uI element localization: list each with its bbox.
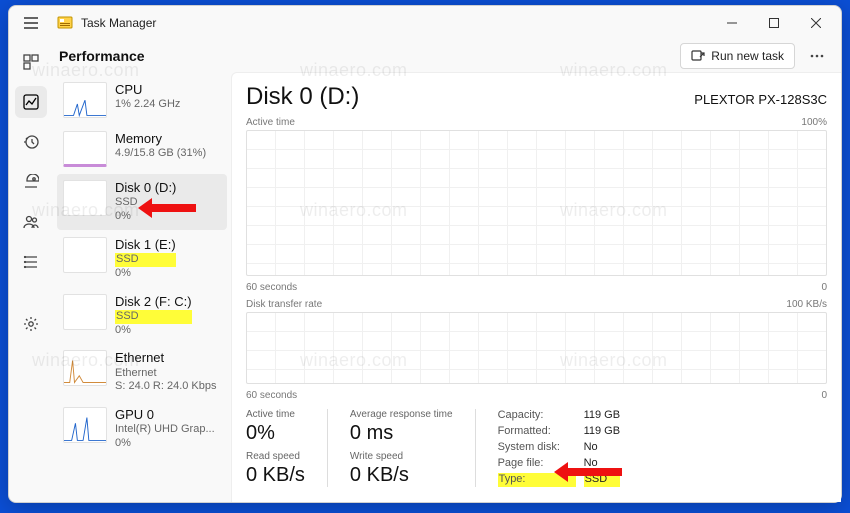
stat-value: 0% [246, 422, 305, 445]
perf-item-gpu0[interactable]: GPU 0Intel(R) UHD Grap...0% [57, 401, 227, 457]
app-icon [57, 15, 73, 31]
stat-value: 0 KB/s [246, 464, 305, 487]
graph-max: 100% [801, 117, 827, 128]
titlebar: Task Manager [9, 6, 841, 40]
thumbnail [63, 180, 107, 216]
kv-key: Formatted: [498, 425, 576, 439]
kv-key-type: Type: [498, 473, 576, 487]
nav-settings[interactable] [15, 308, 47, 340]
perf-item-sub: Ethernet [115, 367, 217, 381]
detail-pane: Disk 0 (D:) PLEXTOR PX-128S3C Active tim… [231, 72, 841, 502]
perf-item-name: Ethernet [115, 350, 217, 366]
app-title: Task Manager [81, 16, 156, 30]
perf-item-name: Disk 2 (F: C:) [115, 294, 192, 310]
perf-item-disk2[interactable]: Disk 2 (F: C:)SSD0% [57, 288, 227, 344]
perf-item-type: SSD [115, 253, 176, 267]
perf-item-name: Memory [115, 131, 206, 147]
kv-val: 119 GB [584, 409, 621, 423]
kv-val: No [584, 457, 621, 471]
page-header: Performance Run new task [53, 40, 841, 72]
kv-key: Capacity: [498, 409, 576, 423]
stat-value: 0 KB/s [350, 464, 453, 487]
perf-item-name: CPU [115, 82, 180, 98]
perf-item-name: GPU 0 [115, 407, 215, 423]
perf-item-sub2: S: 24.0 R: 24.0 Kbps [115, 380, 217, 394]
kv-key: Page file: [498, 457, 576, 471]
perf-item-type: SSD [115, 310, 192, 324]
disk-properties: Capacity: 119 GB Formatted: 119 GB System … [498, 409, 621, 487]
hamburger-button[interactable] [17, 9, 45, 37]
kv-val: 119 GB [584, 425, 621, 439]
kv-val: No [584, 441, 621, 455]
perf-item-sub: 1% 2.24 GHz [115, 98, 180, 112]
close-button[interactable] [795, 10, 837, 36]
perf-item-ethernet[interactable]: EthernetEthernetS: 24.0 R: 24.0 Kbps [57, 344, 227, 400]
stat-label: Active time [246, 409, 305, 420]
perf-item-memory[interactable]: Memory4.9/15.8 GB (31%) [57, 125, 227, 173]
kv-val-type: SSD [584, 473, 621, 487]
page-title: Performance [59, 48, 145, 64]
window: Task Manager Performance Run new task [8, 5, 842, 503]
perf-item-name: Disk 1 (E:) [115, 237, 176, 253]
disk-title: Disk 0 (D:) [246, 83, 359, 111]
stat-value: 0 ms [350, 422, 453, 445]
active-time-graph [246, 130, 827, 276]
thumbnail [63, 294, 107, 330]
perf-item-sub: 4.9/15.8 GB (31%) [115, 147, 206, 161]
perf-item-sub: 0% [115, 324, 192, 338]
graph-xright: 0 [821, 282, 827, 293]
thumbnail [63, 237, 107, 273]
perf-item-name: Disk 0 (D:) [115, 180, 176, 196]
perf-item-type: SSD [115, 196, 176, 210]
run-task-button[interactable]: Run new task [680, 43, 795, 69]
nav-users[interactable] [15, 206, 47, 238]
graph-xleft: 60 seconds [246, 390, 297, 401]
stat-label: Read speed [246, 451, 305, 462]
kv-key: System disk: [498, 441, 576, 455]
perf-item-sub: 0% [115, 210, 176, 224]
thumbnail [63, 131, 107, 167]
perf-item-disk1[interactable]: Disk 1 (E:)SSD0% [57, 231, 227, 287]
perf-item-sub: 0% [115, 267, 176, 281]
thumbnail [63, 350, 107, 386]
nav-startup[interactable] [15, 166, 47, 198]
stat-label: Write speed [350, 451, 453, 462]
nav-rail [9, 40, 53, 502]
nav-processes[interactable] [15, 46, 47, 78]
graph-xleft: 60 seconds [246, 282, 297, 293]
disk-model: PLEXTOR PX-128S3C [694, 92, 827, 107]
perf-item-cpu[interactable]: CPU1% 2.24 GHz [57, 76, 227, 124]
thumbnail [63, 407, 107, 443]
maximize-button[interactable] [753, 10, 795, 36]
perf-item-disk0[interactable]: Disk 0 (D:)SSD0% [57, 174, 227, 230]
stat-label: Average response time [350, 409, 453, 420]
perf-item-sub: Intel(R) UHD Grap... [115, 423, 215, 437]
graph-label: Disk transfer rate [246, 299, 322, 310]
graph-label: Active time [246, 117, 295, 128]
transfer-rate-graph [246, 312, 827, 384]
nav-performance[interactable] [15, 86, 47, 118]
run-task-label: Run new task [711, 49, 784, 63]
perf-list: CPU1% 2.24 GHz Memory4.9/15.8 GB (31%) D… [53, 72, 231, 502]
more-button[interactable] [803, 43, 831, 69]
perf-item-sub2: 0% [115, 437, 215, 451]
graph-xright: 0 [821, 390, 827, 401]
minimize-button[interactable] [711, 10, 753, 36]
nav-history[interactable] [15, 126, 47, 158]
stats-row: Active time 0% Read speed 0 KB/s Average… [246, 409, 827, 487]
nav-details[interactable] [15, 246, 47, 278]
thumbnail [63, 82, 107, 118]
graph-max: 100 KB/s [786, 299, 827, 310]
